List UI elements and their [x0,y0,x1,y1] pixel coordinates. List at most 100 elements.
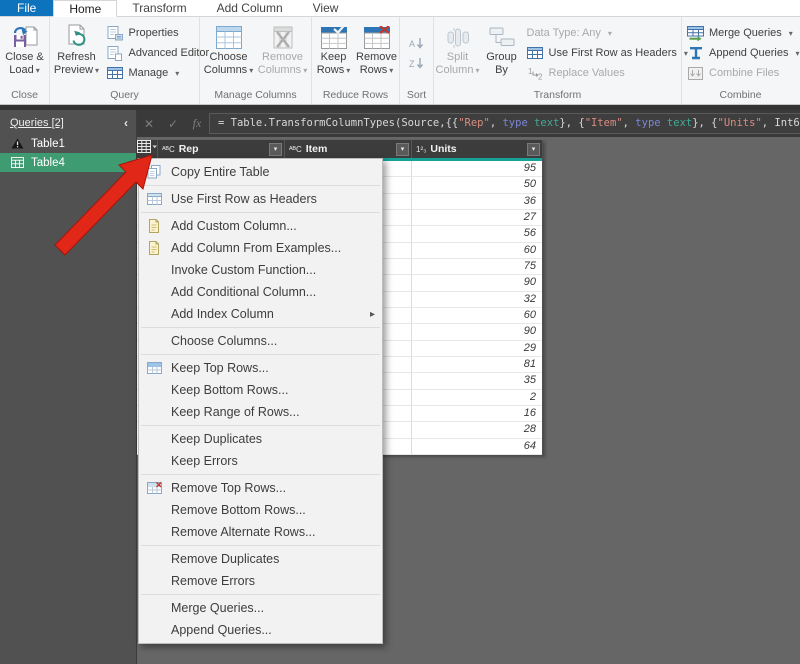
fx-icon[interactable]: fx [185,116,209,131]
units-cell: 2 [412,390,542,405]
filter-dropdown-icon[interactable]: ▾ [527,143,540,156]
remove-rows-button[interactable]: Remove Rows▾ [355,19,399,77]
menu-item-remove-duplicates[interactable]: Remove Duplicates [139,548,382,570]
menu-item-keep-top-rows[interactable]: Keep Top Rows... [139,357,382,379]
menu-item-merge-queries[interactable]: Merge Queries... [139,597,382,619]
commit-formula-icon[interactable]: ✓ [161,117,185,131]
merge-queries-label: Merge Queries [709,27,782,39]
column-header-item[interactable]: ᴬᴮC Item ▾ [285,140,412,158]
menu-item-keep-errors[interactable]: Keep Errors [139,450,382,472]
table-select-button[interactable] [137,140,158,158]
ribbon: Close & Load▾ Close Refresh Preview▾ Pro… [0,17,800,105]
menu-item-choose-columns[interactable]: Choose Columns... [139,330,382,352]
menu-item-add-custom-column[interactable]: Add Custom Column... [139,215,382,237]
sort-descending-button[interactable]: Z [409,57,425,75]
units-cell: 29 [412,341,542,356]
units-cell: 75 [412,259,542,274]
formula-segment: "Rep" [458,117,490,129]
menu-item-add-conditional-column[interactable]: Add Conditional Column... [139,281,382,303]
collapse-panel-icon[interactable]: ‹ [124,116,128,130]
manage-label: Manage [129,67,169,79]
close-and-load-button[interactable]: Close & Load▾ [1,19,49,77]
column-header-rep[interactable]: ᴬᴮC Rep ▾ [158,140,285,158]
menu-item-remove-alternate-rows[interactable]: Remove Alternate Rows... [139,521,382,543]
svg-text:1: 1 [528,67,533,76]
menu-item-copy-entire-table[interactable]: Copy Entire Table [139,161,382,183]
menu-item-keep-range-of-rows[interactable]: Keep Range of Rows... [139,401,382,423]
chevron-down-icon: ▾ [796,49,800,58]
query-item-table4[interactable]: Table4 [0,153,136,172]
append-queries-button[interactable]: Append Queries ▾ [683,43,798,63]
menu-item-label: Add Index Column [171,307,370,321]
sort-ascending-button[interactable]: A [409,37,425,55]
units-cell: 50 [412,177,542,192]
use-first-row-label: Use First Row as Headers [549,47,677,59]
formula-segment: , Int64.Type}}) [762,117,800,129]
formula-segment: text [667,117,692,129]
close-load-icon [11,23,39,51]
units-cell: 35 [412,373,542,388]
menu-item-keep-bottom-rows[interactable]: Keep Bottom Rows... [139,379,382,401]
ribbon-group-reduce-rows: Keep Rows▾ Remove Rows▾ Reduce Rows [312,17,400,104]
submenu-arrow-icon: ▸ [370,309,375,320]
chevron-down-icon: ▾ [389,66,393,75]
merge-queries-button[interactable]: Merge Queries▾ [683,23,798,43]
chevron-down-icon: ▾ [475,66,479,75]
advanced-editor-button[interactable]: Advanced Editor [103,43,199,63]
ribbon-group-sort: A Z Sort [400,17,434,104]
chevron-down-icon: ▾ [36,66,40,75]
tab-home[interactable]: Home [53,0,117,17]
ribbon-group-query: Refresh Preview▾ Properties Advanced Edi… [50,17,200,104]
menu-item-remove-top-rows[interactable]: Remove Top Rows... [139,477,382,499]
append-queries-icon [687,46,704,60]
keep-rows-button[interactable]: Keep Rows▾ [313,19,355,77]
combine-files-label: Combine Files [709,67,779,79]
formula-input[interactable]: = Table.TransformColumnTypes(Source,{{"R… [209,113,800,134]
menu-item-append-queries[interactable]: Append Queries... [139,619,382,641]
menu-item-invoke-custom-function[interactable]: Invoke Custom Function... [139,259,382,281]
menu-item-label: Keep Errors [171,454,375,468]
refresh-preview-label: Refresh Preview [54,51,96,76]
menu-item-label: Keep Duplicates [171,432,375,446]
queries-panel-title: Queries [2] [10,117,64,129]
group-label-close: Close [0,88,49,104]
menu-item-label: Remove Errors [171,574,375,588]
tab-file[interactable]: File [0,0,53,16]
query-item-label: Table1 [31,138,65,150]
tab-transform[interactable]: Transform [117,0,201,16]
refresh-preview-button[interactable]: Refresh Preview▾ [51,19,103,77]
tab-view[interactable]: View [298,0,354,16]
query-item-table1[interactable]: Table1 [0,134,136,153]
menu-item-keep-duplicates[interactable]: Keep Duplicates [139,428,382,450]
remove-columns-icon [270,23,296,51]
append-queries-label: Append Queries [709,47,789,59]
column-header-units[interactable]: 1²₃ Units ▾ [412,140,542,158]
formula-segment: }, { [692,117,717,129]
filter-dropdown-icon[interactable]: ▾ [396,143,409,156]
group-by-button[interactable]: Group By [481,19,523,77]
menu-item-add-index-column[interactable]: Add Index Column▸ [139,303,382,325]
menu-item-label: Remove Duplicates [171,552,375,566]
menu-item-use-first-row-as-headers[interactable]: Use First Row as Headers [139,188,382,210]
menu-item-add-column-from-examples[interactable]: Add Column From Examples... [139,237,382,259]
cancel-formula-icon[interactable]: ✕ [137,117,161,131]
filter-dropdown-icon[interactable]: ▾ [269,143,282,156]
group-label-query: Query [50,88,199,104]
formula-segment: , [623,117,636,129]
manage-button[interactable]: Manage▾ [103,63,199,83]
power-query-editor-window: File Home Transform Add Column View Clos… [0,0,800,664]
use-first-row-as-headers-button[interactable]: Use First Row as Headers▾ [523,43,681,63]
split-column-label: Split Column [436,51,474,76]
formula-segment: type [635,117,660,129]
properties-button[interactable]: Properties [103,23,199,43]
units-cell: 16 [412,406,542,421]
tab-add-column[interactable]: Add Column [202,0,298,16]
menu-item-remove-bottom-rows[interactable]: Remove Bottom Rows... [139,499,382,521]
column-name: Rep [179,143,269,155]
chevron-down-icon: ▾ [249,66,253,75]
split-column-button: Split Column▾ [435,19,481,77]
menu-item-remove-errors[interactable]: Remove Errors [139,570,382,592]
menu-item-label: Remove Bottom Rows... [171,503,375,517]
choose-columns-button[interactable]: Choose Columns▾ [202,19,256,77]
copy-icon [145,165,163,179]
